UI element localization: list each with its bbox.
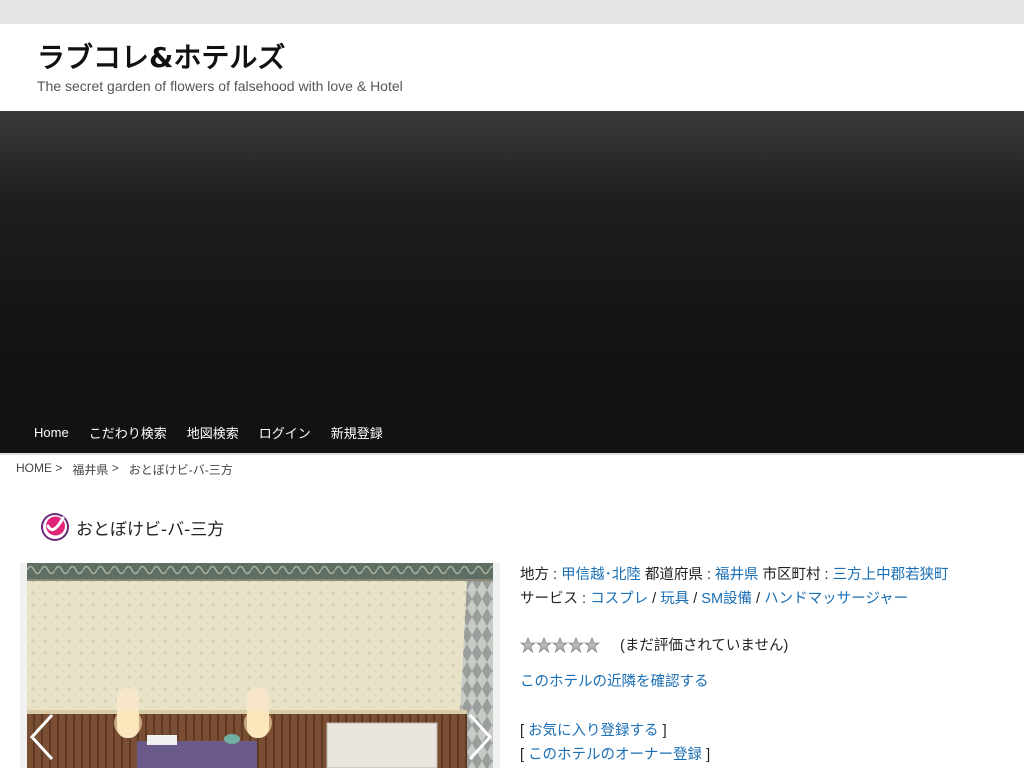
site-title[interactable]: ラブコレ&ホテルズ <box>37 36 285 76</box>
rating-text: (まだ評価されていません) <box>620 638 789 654</box>
service-link[interactable]: コスプレ <box>590 591 648 607</box>
service-link[interactable]: ハンドマッサージャー <box>764 591 908 607</box>
breadcrumb-current: おとぼけビ-バ-三方 <box>128 463 233 477</box>
top-bar <box>0 0 1024 24</box>
main-nav: Home こだわり検索 地図検索 ログイン 新規登録 <box>0 411 1024 454</box>
region-label: 地方 : <box>520 567 562 583</box>
favorite-link[interactable]: お気に入り登録する <box>528 723 659 739</box>
region-link[interactable]: 甲信越･北陸 <box>561 567 641 583</box>
breadcrumb-pref[interactable]: 福井県 <box>72 461 108 478</box>
service-link[interactable]: SM設備 <box>701 591 752 607</box>
nav-divider <box>0 453 1024 455</box>
star-icon[interactable] <box>536 636 552 653</box>
hotel-info: 地方 : 甲信越･北陸 都道府県 : 福井県 市区町村 : 三方上中郡若狭町 サ… <box>520 563 1000 611</box>
rating-row: (まだ評価されていません) <box>520 634 788 655</box>
city-label: 市区町村 : <box>762 567 833 583</box>
nav-register[interactable]: 新規登録 <box>331 423 383 442</box>
favorite-line: [ お気に入り登録する ] <box>520 723 667 739</box>
pref-label: 都道府県 : <box>644 567 715 583</box>
nav-home[interactable]: Home <box>34 425 69 440</box>
hotel-mark-icon <box>41 513 69 541</box>
hotel-title: おとぼけビ-バ-三方 <box>76 519 225 540</box>
star-icon[interactable] <box>568 636 584 653</box>
hotel-title-row: おとぼけビ-バ-三方 <box>40 512 224 542</box>
nav-login[interactable]: ログイン <box>259 423 311 442</box>
nearby-section: このホテルの近隣を確認する <box>520 670 709 691</box>
nav-advanced-search[interactable]: こだわり検索 <box>89 423 167 442</box>
service-link[interactable]: 玩具 <box>660 591 689 607</box>
breadcrumb-home[interactable]: HOME <box>16 461 52 478</box>
rating-stars[interactable] <box>520 636 600 653</box>
nav-map-search[interactable]: 地図検索 <box>187 423 239 442</box>
owner-line: [ このホテルのオーナー登録 ] <box>520 747 711 763</box>
chevron-left-icon[interactable] <box>28 713 58 761</box>
star-icon[interactable] <box>520 636 536 653</box>
breadcrumb: HOME > 福井県 > おとぼけビ-バ-三方 <box>16 461 233 478</box>
owner-register-link[interactable]: このホテルのオーナー登録 <box>528 747 702 763</box>
chevron-right-icon[interactable] <box>464 713 494 761</box>
location-line: 地方 : 甲信越･北陸 都道府県 : 福井県 市区町村 : 三方上中郡若狭町 <box>520 563 1000 587</box>
site-tagline: The secret garden of flowers of falsehoo… <box>37 78 403 94</box>
star-icon[interactable] <box>552 636 568 653</box>
hero-banner <box>0 111 1024 454</box>
city-link[interactable]: 三方上中郡若狭町 <box>833 567 949 583</box>
star-icon[interactable] <box>584 636 600 653</box>
breadcrumb-separator: > <box>52 461 66 475</box>
hotel-room-photo <box>27 563 493 768</box>
services-line: サービス : コスプレ / 玩具 / SM設備 / ハンドマッサージャー <box>520 591 909 607</box>
pref-link[interactable]: 福井県 <box>715 567 759 583</box>
service-label: サービス : <box>520 591 591 607</box>
photo-gallery <box>20 563 500 768</box>
breadcrumb-separator: > <box>108 461 123 475</box>
nearby-link[interactable]: このホテルの近隣を確認する <box>520 674 709 690</box>
